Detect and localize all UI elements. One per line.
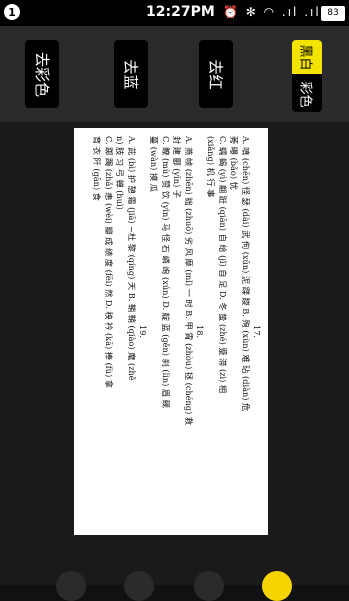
doc-line: C. 瞭 (mù) 赞 饮 (yìn) 马 怪 石 嶙 峋 (xún) D. 靛… (160, 136, 171, 408)
remove-blue-label: 去蓝 (121, 58, 140, 90)
document-text: 17. A. 嗔 (chēn) 怪 瑟 (dài) 武 佝 (xūn) 泥 蹀 … (74, 128, 268, 535)
share-icon[interactable] (194, 571, 224, 601)
color-mode-option[interactable]: 彩色 (292, 76, 322, 112)
doc-line: C. 蠕 蝎 (yì) 翩 跹 (qiān) 自 给 (jǐ) 自 足 D. 冬… (217, 136, 228, 394)
document-page: 17. A. 嗔 (chēn) 怪 瑟 (dài) 武 佝 (xūn) 泥 蹀 … (74, 128, 268, 535)
preview-stage: 17. A. 嗔 (chēn) 怪 瑟 (dài) 武 佝 (xūn) 泥 蹀 … (0, 122, 349, 567)
confirm-button[interactable] (262, 571, 292, 601)
crop-icon[interactable] (124, 571, 154, 601)
doc-line: C. 踯 躅 (zhǎ) 恚 (wèi) 瓣 成 绩 度 (fēi) 然 D. … (103, 136, 114, 389)
doc-line: 莠 曝 (bǎo) 忧 (229, 136, 240, 190)
notification-badge: 1 (4, 4, 20, 20)
doc-line: A. 嗔 (chēn) 怪 瑟 (dài) 武 佝 (xūn) 泥 蹀 躞 B.… (240, 136, 251, 412)
remove-red-label: 去红 (206, 58, 225, 90)
doc-line: A. 茈 (bì) 护 憩 霜 (jiā) ~杜 黎 (qíng) 天 B. 鞘… (126, 136, 137, 381)
doc-line: 封 建 郾 (yīn) 子 (172, 136, 183, 199)
bw-mode-label: 黑白 (297, 43, 313, 71)
filter-toolbar: 去彩色 去蓝 去红 黑白 彩色 (0, 26, 349, 122)
remove-color-button[interactable]: 去彩色 (25, 40, 59, 108)
color-mode-label: 彩色 (297, 80, 313, 108)
doc-line: A. 燕 帧 (zhēn) 拙 (zhuō) 劣 风 靡 (mǐ) 一 时 B.… (183, 136, 194, 426)
remove-color-label: 去彩色 (32, 51, 51, 97)
rotate-icon[interactable] (56, 571, 86, 601)
bw-mode-option[interactable]: 黑白 (292, 40, 322, 74)
remove-blue-button[interactable]: 去蓝 (114, 40, 148, 108)
doc-line: 18. (194, 324, 205, 339)
doc-line: 17. (252, 324, 262, 339)
doc-line: 育 衣 阡 (gān) 食 (92, 136, 103, 201)
bottom-bar (0, 567, 349, 601)
remove-red-button[interactable]: 去红 (199, 40, 233, 108)
color-mode-toggle[interactable]: 黑白 彩色 (292, 40, 322, 112)
status-icons: ⏰ ✻ ◠ .ıl .ıl (223, 5, 321, 19)
doc-line: (xiǎng) 机 行 事 (206, 136, 217, 198)
status-bar: 1 12:27PM ⏰ ✻ ◠ .ıl .ıl 83 (0, 0, 349, 26)
battery-icon: 83 (321, 6, 345, 21)
status-time: 12:27PM (146, 4, 215, 20)
doc-line: 19. (137, 324, 148, 339)
doc-line: n) 肢 习 弓 蝉 (huì) (115, 136, 126, 210)
doc-line: 蔓 (wàn) 摸 瓜 (149, 136, 160, 192)
